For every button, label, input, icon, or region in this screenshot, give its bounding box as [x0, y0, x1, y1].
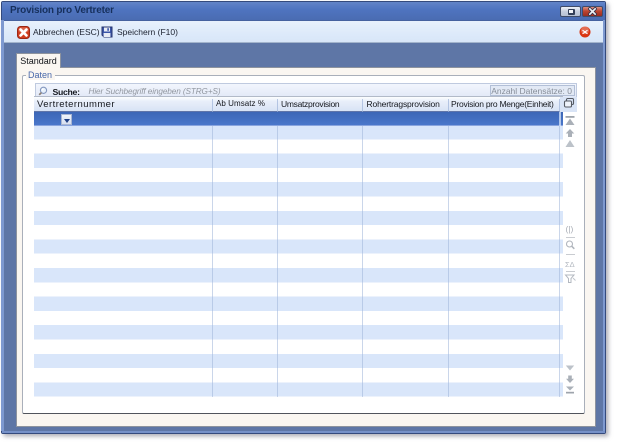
svg-text:(|): (|) [566, 224, 574, 234]
svg-text:ΣΔ: ΣΔ [565, 260, 575, 269]
